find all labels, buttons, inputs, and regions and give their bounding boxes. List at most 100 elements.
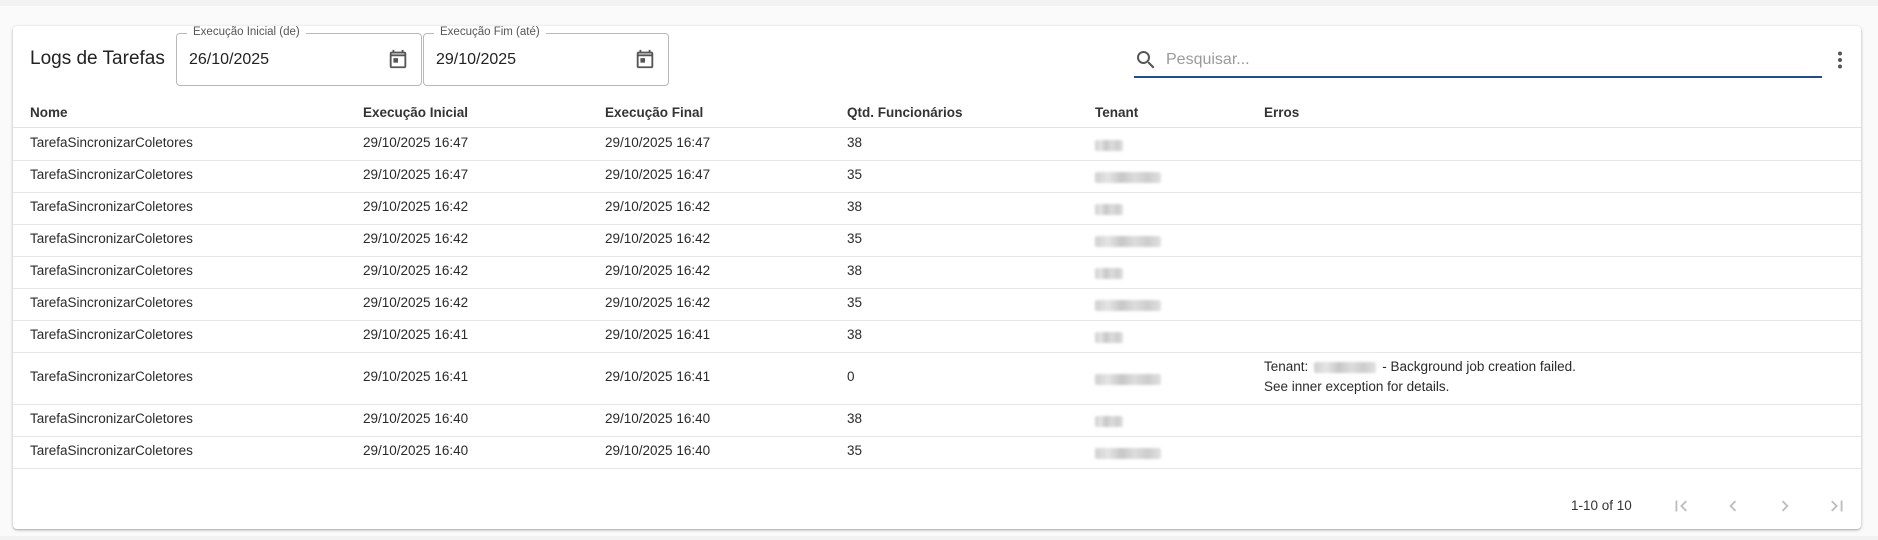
cell-qtd-funcionarios: 35 xyxy=(847,231,863,246)
cell-nome: TarefaSincronizarColetores xyxy=(30,199,193,214)
redacted-tenant xyxy=(1314,361,1377,373)
cell-qtd-funcionarios: 38 xyxy=(847,199,863,214)
search-bar[interactable] xyxy=(1134,46,1822,78)
cell-qtd-funcionarios: 0 xyxy=(847,369,855,384)
cell-qtd-funcionarios: 35 xyxy=(847,443,863,458)
cell-nome: TarefaSincronizarColetores xyxy=(30,135,193,150)
table-row[interactable]: TarefaSincronizarColetores 29/10/2025 16:… xyxy=(13,160,1861,193)
date-to-field[interactable]: Execução Fim (até) 29/10/2025 xyxy=(423,26,669,86)
cell-qtd-funcionarios: 38 xyxy=(847,135,863,150)
cell-tenant xyxy=(1095,171,1161,186)
cell-execucao-inicial: 29/10/2025 16:47 xyxy=(363,135,469,150)
cell-tenant xyxy=(1095,415,1123,430)
cell-nome: TarefaSincronizarColetores xyxy=(30,231,193,246)
cell-qtd-funcionarios: 38 xyxy=(847,411,863,426)
cell-execucao-final: 29/10/2025 16:41 xyxy=(605,327,711,342)
cell-execucao-inicial: 29/10/2025 16:42 xyxy=(363,199,469,214)
table-row[interactable]: TarefaSincronizarColetores 29/10/2025 16:… xyxy=(13,436,1861,469)
cell-tenant xyxy=(1095,447,1161,462)
column-header-qtd-funcionarios[interactable]: Qtd. Funcionários xyxy=(847,105,963,120)
table-row[interactable]: TarefaSincronizarColetores 29/10/2025 16:… xyxy=(13,288,1861,321)
cell-qtd-funcionarios: 38 xyxy=(847,263,863,278)
redacted-tenant xyxy=(1095,172,1161,183)
calendar-icon[interactable] xyxy=(634,48,656,70)
error-prefix: Tenant: xyxy=(1264,359,1309,374)
error-line-1: Tenant: - Background job creation failed. xyxy=(1264,357,1576,377)
column-header-nome[interactable]: Nome xyxy=(30,105,68,120)
cell-execucao-inicial: 29/10/2025 16:42 xyxy=(363,263,469,278)
table-row[interactable]: TarefaSincronizarColetores 29/10/2025 16:… xyxy=(13,224,1861,257)
cell-erros: Tenant: - Background job creation failed.… xyxy=(1264,357,1576,397)
cell-nome: TarefaSincronizarColetores xyxy=(30,167,193,182)
first-page-icon[interactable] xyxy=(1670,495,1692,517)
cell-execucao-final: 29/10/2025 16:41 xyxy=(605,369,711,384)
pagination-info: 1-10 of 10 xyxy=(1571,498,1632,513)
page: Logs de Tarefas Execução Inicial (de) 26… xyxy=(0,6,1878,536)
error-message: - Background job creation failed. xyxy=(1382,359,1576,374)
cell-execucao-final: 29/10/2025 16:40 xyxy=(605,443,711,458)
column-header-execucao-inicial[interactable]: Execução Inicial xyxy=(363,105,468,120)
redacted-tenant xyxy=(1095,204,1123,215)
calendar-icon[interactable] xyxy=(387,48,409,70)
cell-execucao-inicial: 29/10/2025 16:41 xyxy=(363,327,469,342)
date-from-field[interactable]: Execução Inicial (de) 26/10/2025 xyxy=(176,26,422,86)
date-from-value[interactable]: 26/10/2025 xyxy=(189,51,269,69)
cell-execucao-final: 29/10/2025 16:42 xyxy=(605,295,711,310)
cell-execucao-inicial: 29/10/2025 16:47 xyxy=(363,167,469,182)
table-row[interactable]: TarefaSincronizarColetores 29/10/2025 16:… xyxy=(13,192,1861,225)
table-header: Nome Execução Inicial Execução Final Qtd… xyxy=(13,96,1861,128)
table-row[interactable]: TarefaSincronizarColetores 29/10/2025 16:… xyxy=(13,128,1861,161)
cell-execucao-inicial: 29/10/2025 16:42 xyxy=(363,231,469,246)
cell-nome: TarefaSincronizarColetores xyxy=(30,327,193,342)
error-line-2: See inner exception for details. xyxy=(1264,379,1450,394)
cell-execucao-final: 29/10/2025 16:42 xyxy=(605,231,711,246)
prev-page-icon[interactable] xyxy=(1722,495,1744,517)
cell-nome: TarefaSincronizarColetores xyxy=(30,369,193,384)
cell-execucao-inicial: 29/10/2025 16:40 xyxy=(363,443,469,458)
redacted-tenant xyxy=(1095,416,1123,427)
cell-tenant xyxy=(1095,331,1123,346)
redacted-tenant xyxy=(1095,374,1161,385)
cell-tenant xyxy=(1095,267,1123,282)
redacted-tenant xyxy=(1095,332,1123,343)
cell-tenant xyxy=(1095,373,1161,388)
cell-execucao-final: 29/10/2025 16:47 xyxy=(605,167,711,182)
cell-nome: TarefaSincronizarColetores xyxy=(30,411,193,426)
cell-qtd-funcionarios: 35 xyxy=(847,295,863,310)
date-to-value[interactable]: 29/10/2025 xyxy=(436,51,516,69)
table-row[interactable]: TarefaSincronizarColetores 29/10/2025 16:… xyxy=(13,320,1861,353)
cell-nome: TarefaSincronizarColetores xyxy=(30,443,193,458)
cell-execucao-final: 29/10/2025 16:42 xyxy=(605,263,711,278)
column-header-tenant[interactable]: Tenant xyxy=(1095,105,1138,120)
cell-tenant xyxy=(1095,235,1161,250)
redacted-tenant xyxy=(1095,448,1161,459)
next-page-icon[interactable] xyxy=(1774,495,1796,517)
redacted-tenant xyxy=(1095,300,1161,311)
search-input[interactable] xyxy=(1166,47,1806,73)
table-row[interactable]: TarefaSincronizarColetores 29/10/2025 16:… xyxy=(13,352,1861,405)
table-footer: 1-10 of 10 xyxy=(13,486,1861,526)
cell-execucao-final: 29/10/2025 16:42 xyxy=(605,199,711,214)
page-title: Logs de Tarefas xyxy=(30,48,165,69)
cell-qtd-funcionarios: 35 xyxy=(847,167,863,182)
last-page-icon[interactable] xyxy=(1826,495,1848,517)
date-from-label: Execução Inicial (de) xyxy=(187,26,306,38)
cell-execucao-final: 29/10/2025 16:40 xyxy=(605,411,711,426)
table-row[interactable]: TarefaSincronizarColetores 29/10/2025 16:… xyxy=(13,404,1861,437)
cell-execucao-final: 29/10/2025 16:47 xyxy=(605,135,711,150)
table-row[interactable]: TarefaSincronizarColetores 29/10/2025 16:… xyxy=(13,256,1861,289)
cell-tenant xyxy=(1095,203,1123,218)
redacted-tenant xyxy=(1095,236,1161,247)
date-to-label: Execução Fim (até) xyxy=(434,26,546,38)
cell-tenant xyxy=(1095,299,1161,314)
search-icon xyxy=(1137,51,1155,69)
cell-nome: TarefaSincronizarColetores xyxy=(30,263,193,278)
redacted-tenant xyxy=(1095,268,1123,279)
column-header-erros[interactable]: Erros xyxy=(1264,105,1299,120)
redacted-tenant xyxy=(1095,140,1123,151)
cell-nome: TarefaSincronizarColetores xyxy=(30,295,193,310)
cell-qtd-funcionarios: 38 xyxy=(847,327,863,342)
column-header-execucao-final[interactable]: Execução Final xyxy=(605,105,703,120)
cell-execucao-inicial: 29/10/2025 16:42 xyxy=(363,295,469,310)
more-vert-icon[interactable] xyxy=(1828,48,1852,72)
